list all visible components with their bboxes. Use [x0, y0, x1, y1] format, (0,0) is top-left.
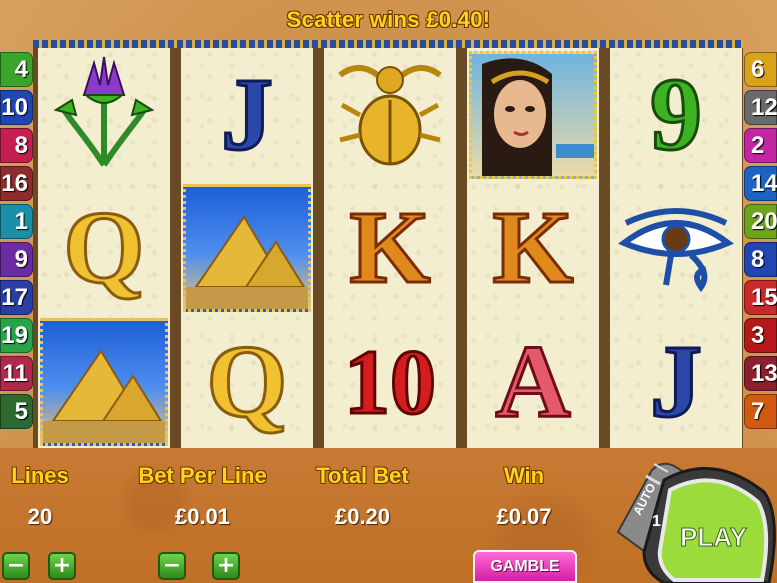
- total-bet-label: Total Bet: [316, 463, 409, 488]
- reel-4: K A: [467, 48, 599, 448]
- scarab-icon: [324, 48, 456, 181]
- payline-marker[interactable]: 4: [0, 52, 33, 87]
- total-bet-value: £0.20: [334, 504, 391, 529]
- reel-1: Q: [38, 48, 170, 448]
- lines-value: 20: [27, 504, 53, 529]
- jack-j-icon: J: [220, 56, 275, 172]
- gamble-button[interactable]: GAMBLE: [473, 550, 577, 583]
- payline-marker[interactable]: 6: [744, 52, 777, 87]
- payline-marker[interactable]: 10: [0, 90, 33, 125]
- lines-increase-button[interactable]: +: [48, 552, 76, 580]
- payline-marker[interactable]: 16: [0, 166, 33, 201]
- left-paylines: 4 10 8 16 1 9 17 19 11 5: [0, 52, 33, 432]
- lines-label: Lines: [11, 463, 69, 488]
- reel-frame-top: [33, 40, 743, 48]
- pyramids-icon: [38, 315, 170, 448]
- nine-icon: 9: [649, 56, 704, 172]
- queen-q-icon: Q: [62, 189, 146, 305]
- ten-icon: 10: [343, 330, 438, 433]
- jack-j-icon: J: [649, 323, 704, 439]
- payline-marker[interactable]: 14: [744, 166, 777, 201]
- win-value: £0.07: [496, 504, 552, 529]
- payline-marker[interactable]: 9: [0, 242, 33, 277]
- lotus-icon: [38, 48, 170, 181]
- queen-q-icon: Q: [205, 323, 289, 439]
- bet-decrease-button[interactable]: −: [158, 552, 186, 580]
- reel-3: K 10: [324, 48, 456, 448]
- bet-per-line-label: Bet Per Line: [138, 463, 267, 488]
- cleopatra-icon: [467, 48, 599, 181]
- win-banner: Scatter wins £0.40!: [0, 0, 777, 40]
- bet-per-line-value: £0.01: [174, 504, 231, 529]
- payline-marker[interactable]: 8: [0, 128, 33, 163]
- play-label: PLAY: [680, 522, 747, 552]
- reel-5: 9 J: [610, 48, 742, 448]
- play-cluster: AUTO 1 PLAY: [616, 462, 776, 583]
- scatter-win-message: Scatter wins £0.40!: [286, 7, 491, 32]
- auto-count: 1: [652, 513, 661, 530]
- payline-marker[interactable]: 20: [744, 204, 777, 239]
- king-k-icon: K: [491, 189, 575, 305]
- payline-marker[interactable]: 17: [0, 280, 33, 315]
- payline-marker[interactable]: 3: [744, 318, 777, 353]
- payline-marker[interactable]: 5: [0, 394, 33, 429]
- payline-marker[interactable]: 15: [744, 280, 777, 315]
- payline-marker[interactable]: 13: [744, 356, 777, 391]
- reel-2: J Q: [181, 48, 313, 448]
- game-stage: Scatter wins £0.40! 4 10 8 16 1 9 17 19 …: [0, 0, 777, 583]
- king-k-icon: K: [348, 189, 432, 305]
- payline-marker[interactable]: 8: [744, 242, 777, 277]
- reel-grid: Q J Q K 10 K A 9 J: [33, 48, 743, 448]
- pyramids-icon: [181, 181, 313, 314]
- payline-marker[interactable]: 2: [744, 128, 777, 163]
- right-paylines: 6 12 2 14 20 8 15 3 13 7: [744, 52, 777, 432]
- payline-marker[interactable]: 12: [744, 90, 777, 125]
- payline-marker[interactable]: 19: [0, 318, 33, 353]
- ace-a-icon: A: [494, 323, 572, 439]
- bet-increase-button[interactable]: +: [212, 552, 240, 580]
- eye-of-horus-icon: [610, 181, 742, 314]
- lines-decrease-button[interactable]: −: [2, 552, 30, 580]
- payline-marker[interactable]: 7: [744, 394, 777, 429]
- win-label: Win: [503, 463, 545, 488]
- payline-marker[interactable]: 1: [0, 204, 33, 239]
- payline-marker[interactable]: 11: [0, 356, 33, 391]
